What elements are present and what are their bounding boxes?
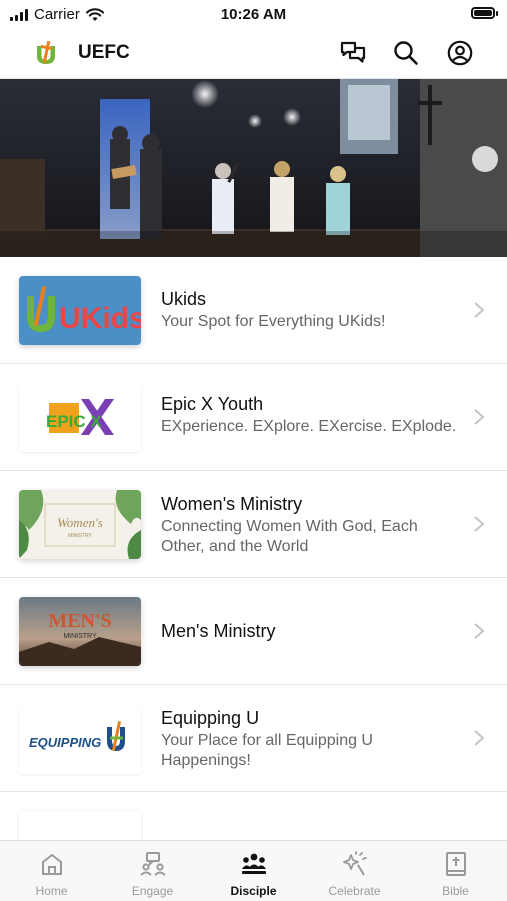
mens-thumb-text: MEN'S	[48, 610, 111, 632]
list-item-ukids[interactable]: UKids Ukids Your Spot for Everything UKi…	[0, 257, 507, 364]
celebrate-icon	[343, 851, 367, 876]
app-header: UEFC	[0, 28, 507, 79]
ukids-thumbnail: UKids	[19, 276, 141, 345]
mens-thumb-text2: MINISTRY	[63, 633, 97, 640]
mens-ministry-title: Men's Ministry	[161, 621, 276, 641]
list-item-equipping-u[interactable]: EQUIPPING Equipping U Your Place for all…	[0, 685, 507, 792]
womens-ministry-thumbnail: Women's MINISTRY	[19, 490, 141, 559]
tab-bible[interactable]: Bible	[405, 841, 506, 901]
ukids-subtitle: Your Spot for Everything UKids!	[161, 313, 386, 330]
tab-disciple-label: Disciple	[230, 884, 277, 898]
equipping-u-thumbnail: EQUIPPING	[19, 705, 141, 774]
uefc-logo	[37, 40, 55, 64]
ministry-list: UKids Ukids Your Spot for Everything UKi…	[0, 257, 507, 880]
mens-ministry-thumbnail: MEN'S MINISTRY	[19, 597, 141, 666]
tab-home[interactable]: Home	[1, 841, 102, 901]
chevron-right-icon	[474, 409, 485, 425]
list-item-epic-x-youth[interactable]: EPIC X Epic X Youth EXperience. EXplore.…	[0, 364, 507, 471]
disciple-icon	[242, 853, 266, 874]
epic-x-subtitle: EXperience. EXplore. EXercise. EXplode.	[161, 418, 457, 435]
chevron-right-icon	[474, 623, 485, 639]
tab-home-label: Home	[35, 884, 68, 898]
search-icon[interactable]	[392, 39, 420, 67]
epic-x-thumbnail: EPIC X	[19, 383, 141, 452]
tab-celebrate-label: Celebrate	[328, 884, 381, 898]
app-title: UEFC	[78, 42, 130, 63]
status-bar: Carrier 10:26 AM	[0, 0, 507, 28]
battery-icon	[471, 7, 498, 19]
tab-bible-label: Bible	[442, 884, 469, 898]
equipping-u-title: Equipping U	[161, 708, 260, 728]
status-time: 10:26 AM	[220, 6, 287, 23]
list-item-womens-ministry[interactable]: Women's MINISTRY Women's Ministry Connec…	[0, 471, 507, 578]
messages-icon[interactable]	[339, 39, 367, 67]
tab-engage[interactable]: Engage	[102, 841, 203, 901]
womens-thumb-text: Women's	[57, 515, 103, 530]
epic-x-thumb-text: EPIC X	[46, 412, 102, 431]
chevron-right-icon	[474, 516, 485, 532]
tab-bar: Home Engage Disciple Celebrate Bible	[0, 840, 507, 901]
womens-ministry-title: Women's Ministry	[161, 494, 303, 514]
chevron-right-icon	[474, 302, 485, 318]
equipping-u-subtitle: Your Place for all Equipping U Happening…	[161, 732, 373, 769]
equipping-thumb-text: EQUIPPING	[29, 735, 101, 750]
tab-celebrate[interactable]: Celebrate	[304, 841, 405, 901]
chevron-right-icon	[474, 730, 485, 746]
tab-disciple[interactable]: Disciple	[203, 841, 304, 901]
womens-ministry-subtitle: Connecting Women With God, Each Other, a…	[161, 518, 418, 555]
tab-engage-label: Engage	[131, 884, 174, 898]
list-item-mens-ministry[interactable]: MEN'S MINISTRY Men's Ministry	[0, 578, 507, 685]
ukids-title: Ukids	[161, 289, 207, 309]
home-icon	[42, 854, 62, 875]
bible-icon	[446, 852, 466, 876]
womens-thumb-text2: MINISTRY	[68, 533, 92, 539]
ukids-thumb-text: UKids	[59, 302, 141, 335]
hero-image	[0, 79, 507, 257]
profile-icon[interactable]	[446, 39, 474, 67]
engage-icon	[140, 852, 166, 876]
epic-x-title: Epic X Youth	[161, 394, 264, 414]
